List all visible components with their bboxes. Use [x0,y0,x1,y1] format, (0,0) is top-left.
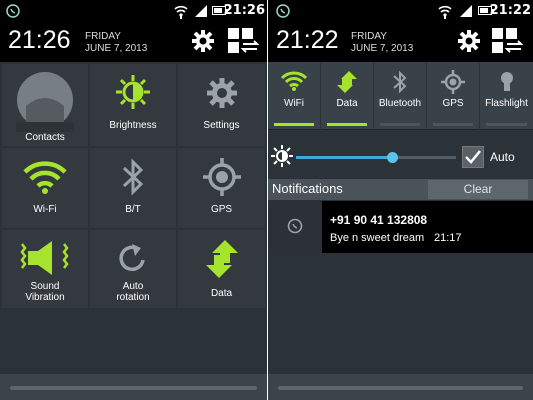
status-bar: 21:22 [268,0,533,22]
tile-label-line2: Vibration [25,292,65,303]
status-bar: 21:26 [0,0,267,22]
data-arrows-icon [337,71,357,93]
brightness-icon [271,145,293,167]
status-time: 21:22 [489,3,531,18]
toggle-indicator [486,123,527,126]
sound-vibration-icon [20,241,69,275]
drawer-handle-bar [10,386,257,390]
tile-label: Data [210,288,233,299]
auto-brightness-label: Auto [490,150,515,164]
tile-label: B/T [125,204,141,215]
toggle-label: WiFi [284,98,304,109]
whatsapp-icon [6,4,20,18]
status-time: 21:26 [223,3,265,18]
whatsapp-icon [287,218,303,234]
toggle-indicator [380,123,420,126]
notification-header: 21:22 FRIDAY JUNE 7, 2013 [268,22,533,62]
cell-signal-icon [195,5,207,17]
gear-icon [207,78,237,108]
toggle-flashlight[interactable]: Flashlight [480,62,533,130]
toggle-label: Bluetooth [378,98,422,109]
toggle-bluetooth[interactable]: Bluetooth [374,62,426,130]
brightness-slider-fill [296,156,392,159]
header-clock: 21:22 [276,26,339,54]
bluetooth-icon [122,158,144,196]
gps-icon [441,70,465,94]
tile-brightness[interactable]: Brightness [90,64,176,146]
checkmark-icon [465,150,481,164]
tile-label: Wi-Fi [33,204,57,215]
auto-brightness-checkbox[interactable] [462,146,484,168]
brightness-icon [116,75,150,109]
toggle-indicator [433,123,473,126]
toggle-data[interactable]: Data [321,62,373,130]
header-date: JUNE 7, 2013 [351,43,414,54]
left-phone-screen: 21:26 21:26 FRIDAY JUNE 7, 2013 Contacts… [0,0,267,400]
header-clock: 21:26 [8,26,71,54]
whatsapp-icon [276,4,290,18]
notification-content: +91 90 41 132808 Bye n sweet dream 21:17 [322,201,533,253]
settings-gear-icon[interactable] [456,28,482,54]
brightness-row: Auto [268,131,533,179]
tile-gps[interactable]: GPS [178,148,265,228]
tile-label-line1: Sound [30,281,60,292]
toggle-layout-icon[interactable] [492,28,524,54]
wifi-icon [281,71,307,91]
tile-data[interactable]: Data [178,230,265,308]
tile-label: Settings [203,120,240,131]
toggle-gps[interactable]: GPS [427,62,479,130]
toggle-indicator [274,123,314,126]
wifi-icon [23,161,67,194]
tile-bluetooth[interactable]: B/T [90,148,176,228]
auto-rotation-icon [119,244,145,272]
notification-time: 21:17 [434,232,462,244]
cell-signal-icon [460,5,472,17]
tile-label-line2: rotation [116,292,150,303]
flashlight-icon [500,72,513,91]
header-day: FRIDAY [85,31,121,42]
brightness-slider-thumb[interactable] [387,152,398,163]
tile-settings[interactable]: Settings [178,64,265,146]
tile-label: Contacts [25,132,65,143]
drawer-handle[interactable] [0,374,267,400]
tile-label: Brightness [109,120,157,131]
toggle-label: Data [336,98,358,109]
tile-contacts[interactable]: Contacts [2,64,88,146]
toggle-label: GPS [442,98,464,109]
notification-title: +91 90 41 132808 [330,213,428,227]
contacts-avatar-icon [16,72,74,132]
bluetooth-icon [393,70,407,94]
notification-item[interactable]: +91 90 41 132808 Bye n sweet dream 21:17 [268,201,533,253]
header-day: FRIDAY [351,31,387,42]
right-phone-screen: 21:22 21:22 FRIDAY JUNE 7, 2013 WiFi Dat… [268,0,533,400]
notifications-title: Notifications [272,181,343,196]
clear-button[interactable]: Clear [428,180,528,199]
toggle-layout-icon[interactable] [228,28,260,54]
header-date: JUNE 7, 2013 [85,43,148,54]
tile-auto-rotation[interactable]: Auto rotation [90,230,176,308]
notification-header: 21:26 FRIDAY JUNE 7, 2013 [0,22,267,62]
toggle-label: Flashlight [485,98,528,109]
gps-icon [203,158,241,196]
notification-message: Bye n sweet dream [330,232,425,244]
drawer-handle-bar [278,386,523,390]
settings-gear-icon[interactable] [190,28,216,54]
tile-sound-vibration[interactable]: Sound Vibration [2,230,88,308]
drawer-handle[interactable] [268,374,533,400]
data-arrows-icon [206,240,238,278]
toggle-indicator [327,123,367,126]
tile-label: GPS [210,204,233,215]
toggle-wifi[interactable]: WiFi [268,62,320,130]
wifi-signal-icon [438,5,452,19]
wifi-signal-icon [174,5,188,19]
tile-label-line1: Auto [122,281,144,292]
tile-wifi[interactable]: Wi-Fi [2,148,88,228]
notification-icon-box [268,201,322,253]
notifications-bar: Notifications Clear [268,179,533,200]
